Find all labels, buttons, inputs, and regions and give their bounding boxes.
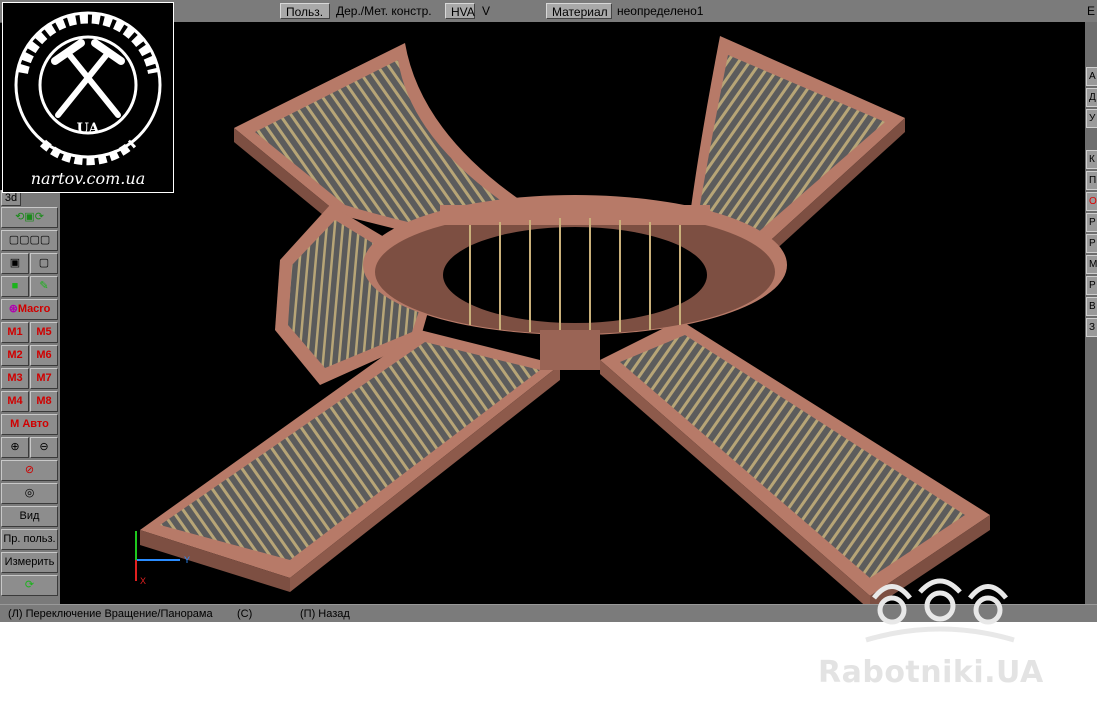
top-right-cut-label[interactable]: Е	[1087, 3, 1095, 19]
right-toolbar: A Д У К П О Р Р М Р В З	[1085, 22, 1097, 604]
construction-type-label[interactable]: Дер./Мет. констр.	[336, 3, 432, 19]
no-zoom-button[interactable]: ⊘	[1, 460, 58, 481]
view-cubes-button[interactable]: ▢▢▢▢	[1, 230, 58, 251]
refresh-button[interactable]: ⟳	[1, 575, 58, 596]
logo-emblem: UA	[14, 11, 162, 166]
m5-button[interactable]: M5	[30, 322, 58, 343]
view-button[interactable]: Вид	[1, 506, 58, 527]
m8-button[interactable]: M8	[30, 391, 58, 412]
zoom-in-icon: ⊕	[10, 441, 20, 453]
right-tool-11[interactable]: В	[1086, 297, 1097, 316]
right-tool-8[interactable]: Р	[1086, 234, 1097, 253]
m4-button[interactable]: M4	[1, 391, 29, 412]
wrench-icon: ✎	[39, 280, 49, 292]
solid-view-button[interactable]: ■	[1, 276, 29, 297]
cad-app-window: Польз. Дер./Мет. констр. HVA V Материал …	[0, 0, 1097, 622]
status-back-hint: (П) Назад	[300, 608, 350, 620]
logo-badge: UA	[77, 121, 101, 137]
workers-watermark-icon	[865, 578, 1015, 643]
manufaktura-nartova-logo: UA nartov.com.ua	[2, 2, 174, 193]
m-auto-button[interactable]: M Авто	[1, 414, 58, 435]
zoom-cancel-icon: ⊘	[24, 464, 35, 476]
cube-icon: ▣	[9, 257, 21, 269]
axis-y-label: Y	[184, 555, 190, 565]
right-tool-3[interactable]: У	[1086, 109, 1097, 128]
axis-x-label: X	[140, 576, 146, 586]
m3-button[interactable]: M3	[1, 368, 29, 389]
zoom-in-button[interactable]: ⊕	[1, 437, 29, 458]
cube-outline-icon: ▢	[38, 257, 50, 269]
zoom-out-icon: ⊖	[39, 441, 49, 453]
zoom-fit-button[interactable]: ◎	[1, 483, 58, 504]
iso-view-left-button[interactable]: ▣	[1, 253, 29, 274]
zoom-fit-icon: ◎	[24, 487, 35, 499]
green-cube-icon: ■	[11, 280, 19, 292]
zoom-out-button[interactable]: ⊖	[30, 437, 58, 458]
right-tool-1[interactable]: A	[1086, 67, 1097, 86]
right-tool-12[interactable]: З	[1086, 318, 1097, 337]
right-tool-6[interactable]: О	[1086, 192, 1097, 211]
m2-button[interactable]: M2	[1, 345, 29, 366]
right-tool-9[interactable]: М	[1086, 255, 1097, 274]
user-button[interactable]: Польз.	[280, 3, 330, 19]
right-tool-7[interactable]: Р	[1086, 213, 1097, 232]
macro-button[interactable]: ⊛Macro	[1, 299, 58, 320]
axes-gizmo: X Y	[135, 531, 190, 586]
hva-button[interactable]: HVA	[445, 3, 475, 19]
cube-views-icon: ▢▢▢▢	[8, 234, 51, 246]
macro-label: Macro	[17, 303, 51, 315]
material-value: неопределено1	[617, 4, 704, 18]
right-tool-5[interactable]: П	[1086, 171, 1097, 190]
tools-button[interactable]: ✎	[30, 276, 58, 297]
rabotniki-watermark: Rabotniki.UA	[818, 655, 1044, 690]
right-tool-2[interactable]: Д	[1086, 88, 1097, 107]
right-tool-10[interactable]: Р	[1086, 276, 1097, 295]
logo-url: nartov.com.ua	[30, 169, 146, 188]
rotate-cube-icon: ⟲▣⟳	[15, 211, 44, 223]
left-toolbar: 3d ⟲▣⟳ ▢▢▢▢ ▣ ▢ ■ ✎ ⊛Macro M1 M5 M2 M6 M…	[0, 190, 60, 604]
material-button[interactable]: Материал	[546, 3, 612, 19]
user-projection-button[interactable]: Пр. польз.	[1, 529, 58, 550]
macro-icon: ⊛	[8, 303, 18, 315]
refresh-icon: ⟳	[24, 579, 35, 591]
m1-button[interactable]: M1	[1, 322, 29, 343]
measure-button[interactable]: Измерить	[1, 552, 58, 573]
status-rotate-pan-hint: (Л) Переключение Вращение/Панорама	[8, 608, 213, 620]
m6-button[interactable]: M6	[30, 345, 58, 366]
roof-model-render	[140, 36, 990, 604]
lower-right-wing	[600, 320, 990, 604]
right-tool-4[interactable]: К	[1086, 150, 1097, 169]
m7-button[interactable]: M7	[30, 368, 58, 389]
v-label: V	[482, 4, 491, 18]
rotate-view-button[interactable]: ⟲▣⟳	[1, 207, 58, 228]
iso-view-right-button[interactable]: ▢	[30, 253, 58, 274]
status-center-hint: (С)	[237, 608, 253, 620]
3d-viewport[interactable]: X Y	[60, 22, 1085, 604]
